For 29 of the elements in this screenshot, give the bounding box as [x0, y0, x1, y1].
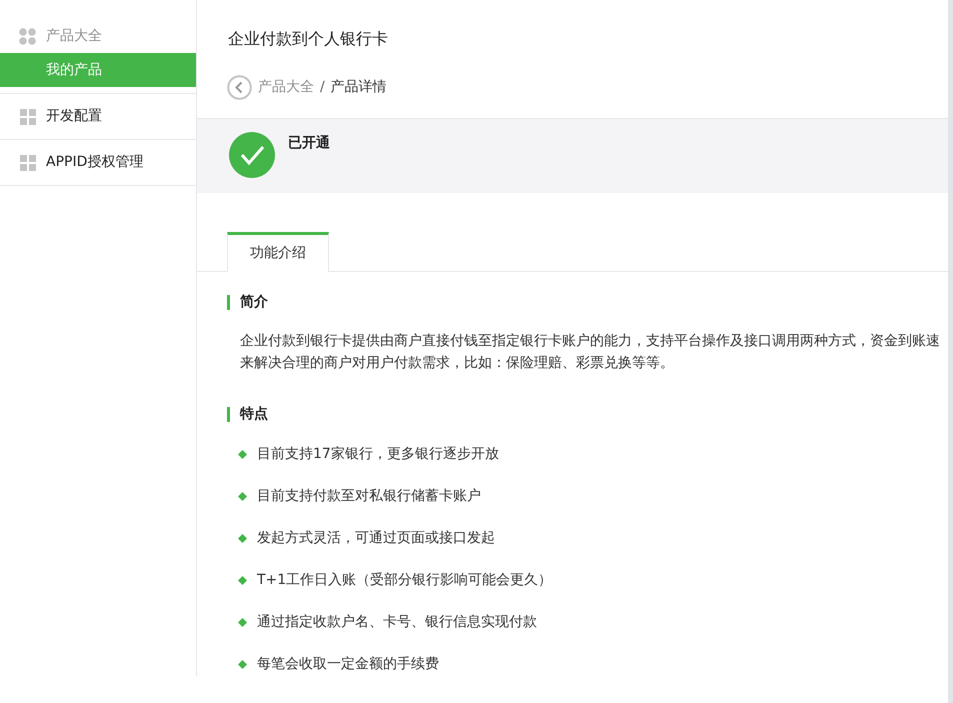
breadcrumb-current: 产品详情 [330, 78, 387, 97]
feature-text: T+1工作日入账（受部分银行影响可能会更久） [257, 570, 552, 590]
feature-text: 每笔会收取一定金额的手续费 [257, 654, 439, 674]
sidebar-item[interactable]: APPID授权管理 [46, 152, 144, 173]
diamond-icon [238, 534, 247, 542]
back-icon[interactable] [227, 75, 252, 100]
feature-text: 通过指定收款户名、卡号、银行信息实现付款 [257, 612, 537, 632]
sidebar-section-title: 产品大全 [46, 26, 102, 46]
accent-bar [227, 295, 230, 310]
status-label: 已开通 [288, 134, 330, 153]
grid-icon [20, 154, 36, 170]
diamond-icon [238, 450, 247, 458]
feature-text: 目前支持17家银行，更多银行逐步开放 [257, 444, 499, 464]
breadcrumb-separator: / [320, 78, 325, 97]
diamond-icon [238, 660, 247, 668]
intro-paragraph: 企业付款到银行卡提供由商户直接付钱至指定银行卡账户的能力，支持平台操作及接口调用两种方式，资金到账速 来解决合理的商户对用户付款需求，比如：保险理赔、彩票兑换等等。 [240, 332, 941, 373]
page-title: 企业付款到个人银行卡 [228, 28, 389, 50]
section-heading: 特点 [240, 405, 268, 424]
sidebar-item[interactable]: 开发配置 [46, 106, 102, 127]
grid-icon [20, 108, 36, 124]
accent-bar [227, 407, 230, 422]
tab[interactable]: 功能介绍 [227, 232, 329, 272]
diamond-icon [238, 618, 247, 626]
diamond-icon [238, 576, 247, 584]
feature-text: 目前支持付款至对私银行储蓄卡账户 [257, 486, 481, 506]
diamond-icon [238, 492, 247, 500]
feature-text: 发起方式灵活，可通过页面或接口发起 [257, 528, 495, 548]
section-heading: 简介 [240, 293, 268, 312]
four-dots-icon [19, 28, 36, 44]
